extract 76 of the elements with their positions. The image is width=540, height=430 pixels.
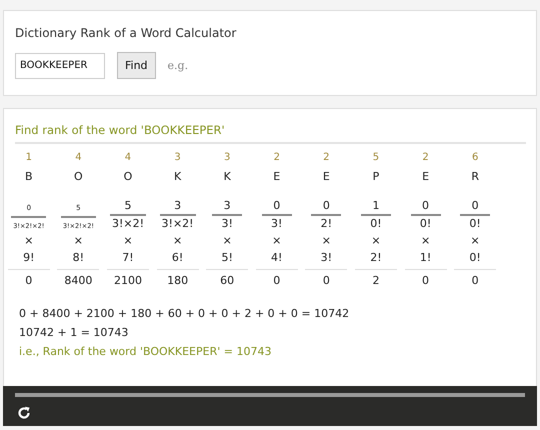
denominator: 0! [360,214,391,230]
calculator-title: Dictionary Rank of a Word Calculator [15,26,238,40]
multiply-sign: × [222,234,232,249]
term-value: 0 [25,274,32,287]
term-value: 0 [472,274,479,287]
word-letter: B [25,170,33,185]
letter-rank: 5 [372,152,380,165]
factorial: 2! [354,251,397,270]
word-letter: E [422,170,430,185]
term-value: 180 [167,274,188,287]
multiply-sign: × [123,234,133,249]
letter-rank: 4 [124,152,132,165]
factorial: 6! [156,251,199,270]
example-label: e.g. [168,59,188,72]
word-letter: K [224,170,231,185]
multiply-sign: × [172,234,182,249]
factorial: 5! [206,251,248,270]
denominator: 3!×2! [110,214,146,230]
factorial: 4! [256,251,298,270]
denominator: 3!×2! [160,214,196,230]
numerator: 1 [372,199,380,214]
letter-rank: 2 [323,152,330,165]
factorial: 3! [305,251,348,270]
multiply-sign: × [24,234,34,249]
word-input[interactable]: BOOKKEEPER [15,52,105,78]
numerator: 5 [124,199,132,214]
word-letter: R [471,170,479,185]
word-letter: P [372,170,380,185]
term-value: 60 [220,274,234,287]
letter-rank: 2 [274,152,280,165]
term-value: 0 [422,274,430,287]
denominator: 3! [262,214,292,230]
word-letter: E [273,170,280,185]
term-value: 0 [273,274,280,287]
letter-rank: 4 [75,152,82,165]
multiply-sign: × [322,234,331,249]
result-heading: Find rank of the word 'BOOKKEEPER' [15,123,526,144]
word-letter: O [74,170,83,185]
term-value: 8400 [64,274,92,287]
term-value: 2 [372,274,380,287]
word-letter: E [322,170,330,185]
letter-rank: 6 [472,152,478,165]
multiply-sign: × [371,234,381,249]
refresh-icon[interactable] [17,406,31,420]
numerator: 0 [472,199,479,214]
word-letter: O [124,170,132,185]
word-letter: K [174,170,182,185]
factorial: 0! [454,251,496,270]
numerator: 0 [422,199,430,214]
numerator: 3 [224,199,231,214]
multiply-sign: × [420,234,430,249]
numerator: 0 [322,199,330,214]
multiply-sign: × [272,234,282,249]
numerator: 0 [273,199,280,214]
factorial: 8! [57,251,100,270]
calculation-line: 10742 + 1 = 10743 [19,326,130,341]
numerator: 3 [174,199,182,214]
letter-rank: 2 [422,152,429,165]
progress-track[interactable] [15,393,525,397]
term-value: 2100 [114,274,142,287]
calculation-line: 0 + 8400 + 2100 + 180 + 60 + 0 + 0 + 2 + 0 + 0 = 10742 [19,307,350,322]
rank-conclusion: i.e., Rank of the word 'BOOKKEEPER' = 10743 [19,345,272,360]
letter-rank: 1 [26,152,32,165]
factorial: 9! [8,251,50,270]
find-button[interactable]: Find [117,52,156,79]
letter-rank: 3 [224,152,230,165]
denominator: 2! [311,214,342,230]
factorial: 7! [106,251,149,270]
denominator: 3! [212,214,242,230]
factorial: 1! [404,251,447,270]
multiply-sign: × [74,234,83,249]
denominator: 0! [460,214,490,230]
letter-rank: 3 [174,152,181,165]
denominator: 0! [410,214,441,230]
term-value: 0 [322,274,330,287]
multiply-sign: × [470,234,480,249]
